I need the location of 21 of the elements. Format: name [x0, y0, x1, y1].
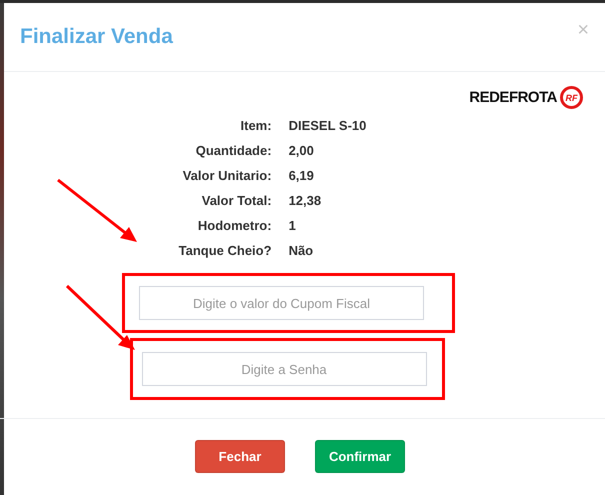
detail-value: 1	[288, 217, 297, 235]
close-button[interactable]: Fechar	[195, 440, 285, 473]
detail-label: Valor Unitario:	[182, 167, 272, 185]
detail-value: 12,38	[288, 192, 322, 210]
detail-value: Não	[288, 242, 314, 260]
detail-value: DIESEL S-10	[288, 117, 366, 135]
arrow-icon	[57, 178, 137, 242]
dialog-title: Finalizar Venda	[20, 25, 173, 49]
confirm-button[interactable]: Confirmar	[315, 440, 405, 473]
logo-text: REDEFROTA	[469, 89, 557, 106]
input-field[interactable]: Digite o valor do Cupom Fiscal	[139, 286, 424, 320]
detail-label: Valor Total:	[200, 192, 272, 210]
close-button[interactable]: ×	[577, 19, 589, 42]
input-field[interactable]: Digite a Senha	[142, 352, 426, 386]
detail-label: Item:	[240, 117, 272, 135]
detail-label: Quantidade:	[194, 142, 272, 160]
logo-mark: RF	[560, 86, 583, 109]
detail-value: 2,00	[288, 142, 315, 160]
detail-label: Tanque Cheio?	[178, 242, 272, 260]
detail-value: 6,19	[288, 167, 315, 185]
detail-label: Hodometro:	[196, 217, 272, 235]
